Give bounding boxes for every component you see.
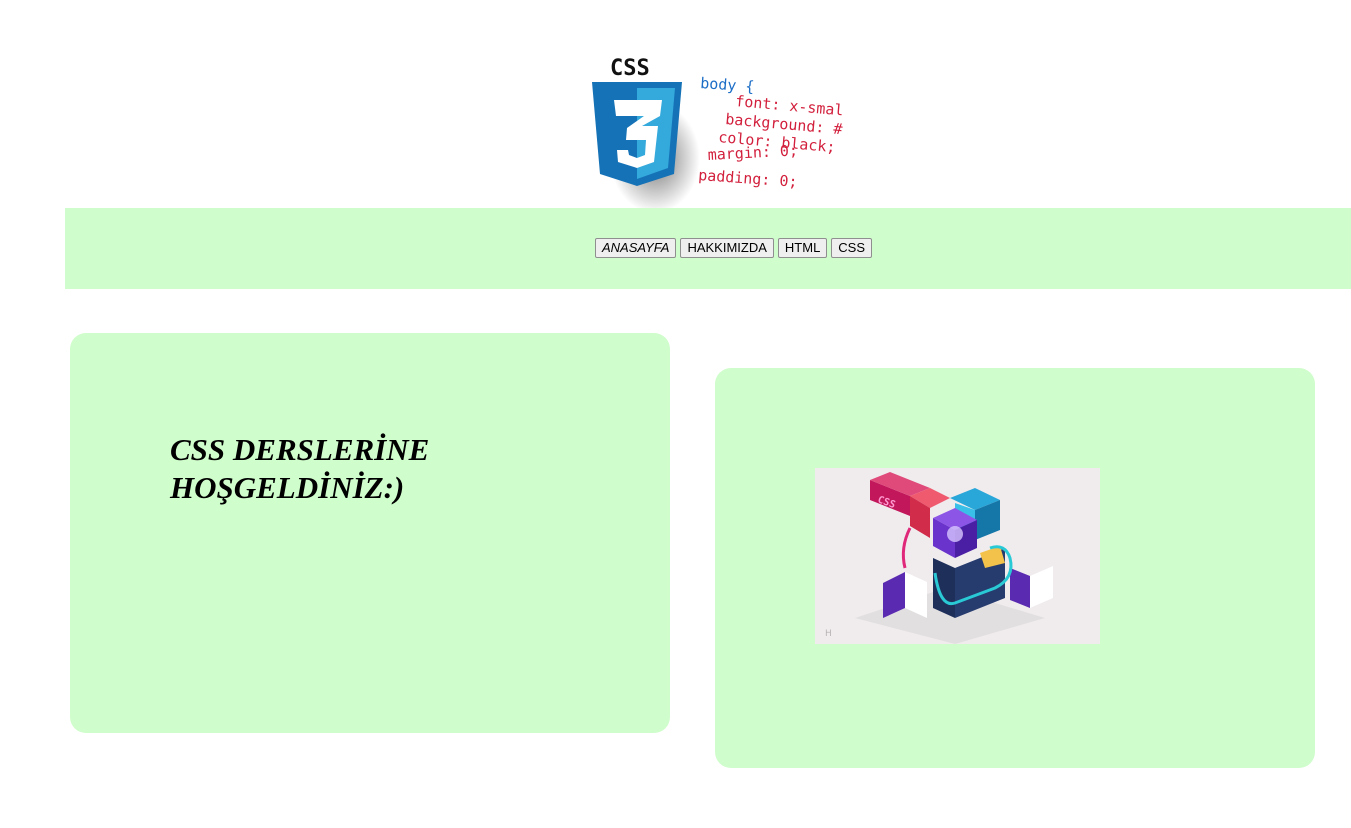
svg-text:padding: 0;: padding: 0; (698, 166, 798, 191)
image-card: CSS H (715, 368, 1315, 768)
css3-logo-image: CSS body { font: x-smal background: # co… (592, 56, 844, 208)
welcome-card: CSS DERSLERİNE HOŞGELDİNİZ:) (70, 333, 670, 733)
page: CSS body { font: x-smal background: # co… (0, 0, 1351, 828)
welcome-heading: CSS DERSLERİNE HOŞGELDİNİZ:) (170, 432, 430, 505)
html-button[interactable]: HTML (777, 238, 828, 258)
css-button[interactable]: CSS (831, 238, 873, 258)
svg-text:margin: 0;: margin: 0; (707, 141, 798, 164)
css-illustration-image: CSS H (815, 468, 1100, 644)
svg-text:H: H (825, 629, 832, 639)
anasayfa-button[interactable]: ANASAYFA (595, 238, 677, 258)
logo-wordmark: CSS (610, 56, 650, 81)
nav-button-group: ANASAYFA HAKKIMIZDA HTML CSS (595, 238, 873, 258)
nav-bar: ANASAYFA HAKKIMIZDA HTML CSS (65, 208, 1351, 289)
code-snippet: body { font: x-smal background: # color:… (698, 74, 844, 191)
hakkimizda-button[interactable]: HAKKIMIZDA (680, 238, 774, 258)
